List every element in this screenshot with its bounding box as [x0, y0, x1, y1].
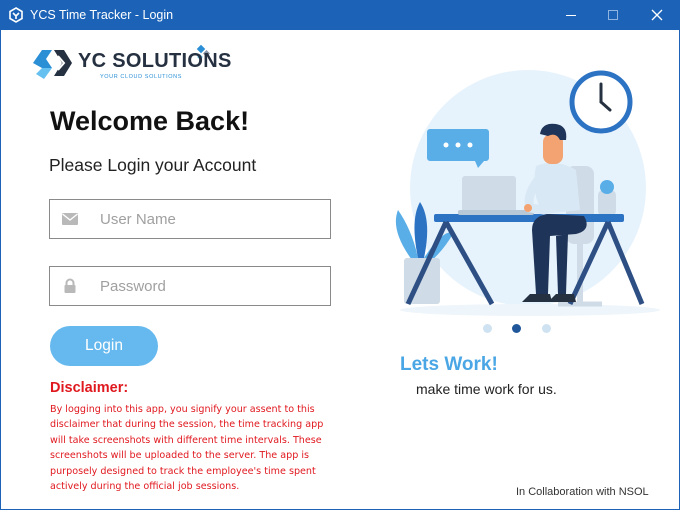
company-name: YC SOLUTIONS [78, 50, 232, 72]
window-border-left [0, 30, 1, 510]
slide-caption: make time work for us. [416, 381, 557, 397]
minimize-button[interactable] [548, 0, 594, 30]
disclaimer-title: Disclaimer: [50, 380, 129, 396]
disclaimer-text: By logging into this app, you signify yo… [50, 404, 324, 493]
window-title: YCS Time Tracker - Login [30, 8, 174, 22]
username-field[interactable] [49, 199, 331, 239]
close-button[interactable] [634, 0, 680, 30]
collaboration-note: In Collaboration with NSOL [516, 486, 649, 498]
person-at-desk-illustration [395, 70, 660, 316]
close-icon [651, 9, 663, 21]
login-button[interactable]: Login [50, 326, 158, 366]
password-field[interactable] [49, 266, 331, 306]
floor-shadow [400, 304, 660, 316]
app-logo-icon [9, 7, 23, 23]
page-subtitle: Please Login your Account [49, 155, 257, 175]
carousel-dot-2-active[interactable] [512, 324, 521, 333]
company-tagline: YOUR CLOUD SOLUTIONS [100, 74, 182, 80]
maximize-button[interactable] [590, 0, 636, 30]
maximize-icon [608, 10, 618, 20]
carousel-dot-1[interactable] [483, 324, 492, 333]
username-input[interactable] [100, 208, 320, 230]
lock-icon [64, 278, 76, 293]
carousel-dot-3[interactable] [542, 324, 551, 333]
envelope-icon [62, 213, 78, 225]
minimize-icon [566, 15, 576, 16]
slide-heading: Lets Work! [400, 354, 498, 375]
password-input[interactable] [100, 275, 320, 297]
title-bar: YCS Time Tracker - Login [0, 0, 680, 30]
page-title: Welcome Back! [50, 106, 250, 136]
